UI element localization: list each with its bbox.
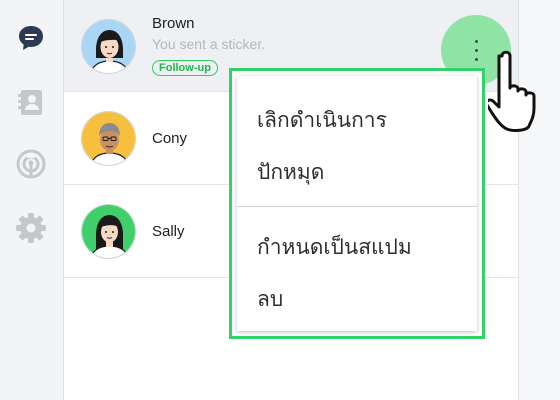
menu-item-pin[interactable]: ปักหมุด [257,156,324,189]
follow-up-badge: Follow-up [152,60,218,76]
chat-name: Sally [152,223,185,240]
chat-name: Cony [152,130,188,147]
contacts-icon[interactable] [15,86,47,118]
broadcast-icon[interactable] [15,148,47,180]
avatar-cony [81,111,136,166]
context-menu: เลิกดำเนินการ ปักหมุด กำหนดเป็นสแปม ลบ [229,68,485,339]
menu-item-mark-spam[interactable]: กำหนดเป็นสแปม [257,231,412,264]
menu-item-unfollow[interactable]: เลิกดำเนินการ [257,104,387,137]
gear-icon[interactable] [15,212,47,244]
chat-bubble-icon[interactable] [15,22,47,54]
hand-cursor-icon [485,48,560,144]
chat-name: Brown [152,15,195,32]
nav-rail [0,0,64,400]
avatar-sally [81,204,136,259]
context-menu-panel: เลิกดำเนินการ ปักหมุด กำหนดเป็นสแปม ลบ [237,76,477,331]
more-vertical-icon [474,39,478,61]
chat-preview: You sent a sticker. [152,36,266,52]
avatar-brown [81,19,136,74]
menu-divider [237,206,477,207]
menu-item-delete[interactable]: ลบ [257,283,283,316]
